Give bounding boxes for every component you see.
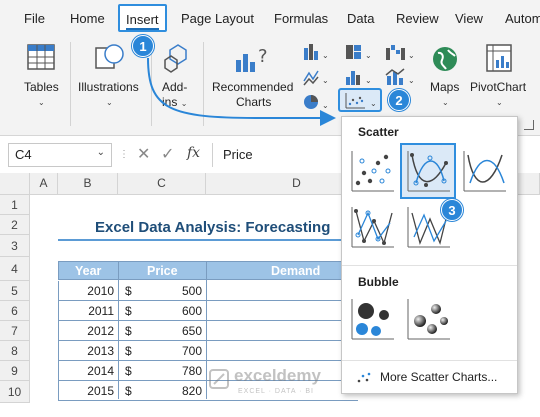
watermark-brand: exceldemy — [234, 366, 321, 385]
exceldemy-logo-icon — [209, 369, 229, 389]
callout-badge-3: 3 — [441, 199, 463, 221]
callout-badge-2: 2 — [388, 89, 410, 111]
watermark-tagline: EXCEL · DATA · BI — [238, 388, 314, 395]
watermark: exceldemy EXCEL · DATA · BI — [208, 364, 358, 404]
callout-badge-1: 1 — [132, 35, 154, 57]
arrow-1-to-2 — [147, 57, 336, 126]
